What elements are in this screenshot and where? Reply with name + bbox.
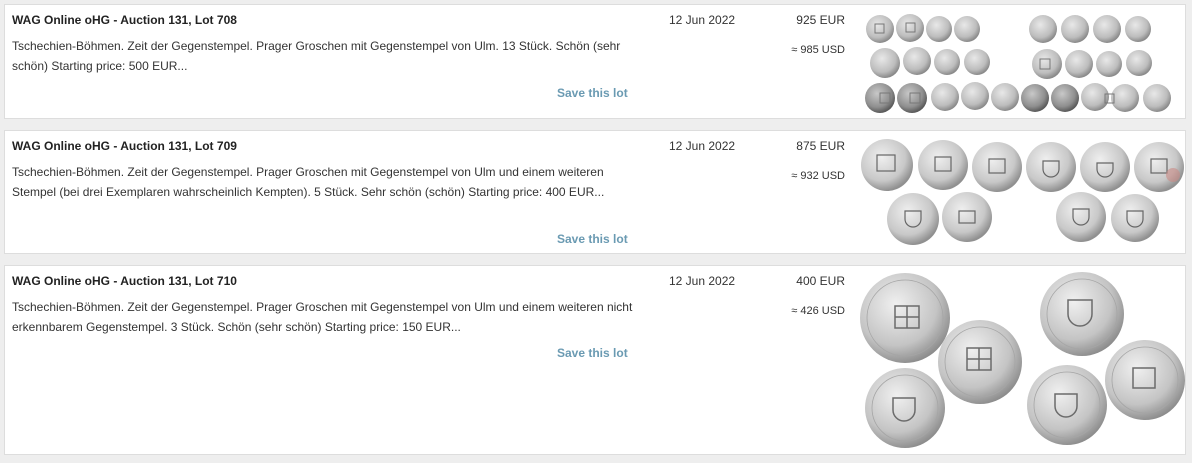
lot-date: 12 Jun 2022: [669, 13, 736, 27]
lot-title[interactable]: WAG Online oHG - Auction 131, Lot 708: [12, 13, 237, 27]
save-lot-button[interactable]: Save this lot: [557, 346, 628, 360]
coin-lot-photo-icon: [860, 272, 1185, 448]
lot-description: Tschechien-Böhmen. Zeit der Gegenstempel…: [12, 39, 621, 73]
auction-results-list: WAG Online oHG - Auction 131, Lot 708 Ts…: [0, 0, 1192, 463]
lot-description: Tschechien-Böhmen. Zeit der Gegenstempel…: [12, 165, 605, 199]
lot-price: 875 EUR: [796, 139, 845, 153]
lot-card: WAG Online oHG - Auction 131, Lot 710 Ts…: [4, 265, 1186, 455]
lot-thumbnail[interactable]: [855, 135, 1185, 250]
coin-lot-photo-icon: [861, 139, 1184, 245]
lot-price: 925 EUR: [796, 13, 845, 27]
lot-price-usd: ≈ 985 USD: [791, 44, 845, 56]
lot-price-usd: ≈ 932 USD: [791, 170, 845, 182]
lot-title[interactable]: WAG Online oHG - Auction 131, Lot 709: [12, 139, 237, 153]
lot-card: WAG Online oHG - Auction 131, Lot 708 Ts…: [4, 4, 1186, 119]
lot-thumbnail[interactable]: [855, 270, 1185, 450]
save-lot-button[interactable]: Save this lot: [557, 232, 628, 246]
lot-title[interactable]: WAG Online oHG - Auction 131, Lot 710: [12, 274, 237, 288]
lot-price-usd: ≈ 426 USD: [791, 305, 845, 317]
lot-description: Tschechien-Böhmen. Zeit der Gegenstempel…: [12, 300, 633, 334]
lot-card: WAG Online oHG - Auction 131, Lot 709 Ts…: [4, 130, 1186, 254]
lot-date: 12 Jun 2022: [669, 274, 736, 288]
coin-lot-photo-icon: [865, 14, 1171, 113]
save-lot-button[interactable]: Save this lot: [557, 86, 628, 100]
lot-date: 12 Jun 2022: [669, 139, 736, 153]
lot-thumbnail[interactable]: [855, 9, 1185, 116]
lot-price: 400 EUR: [796, 274, 845, 288]
